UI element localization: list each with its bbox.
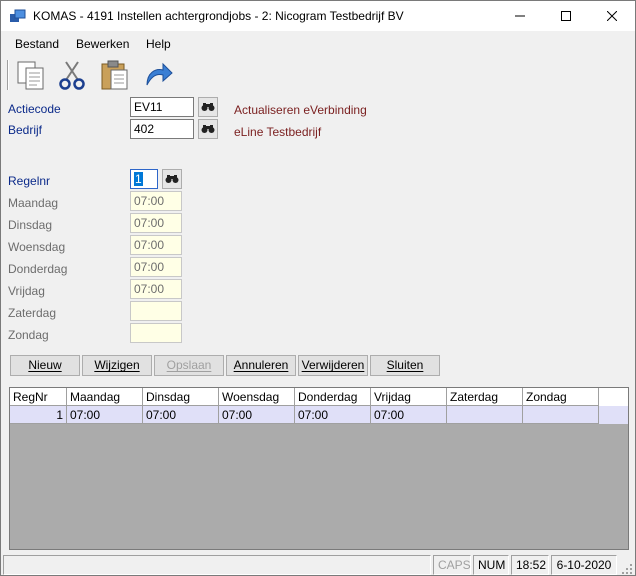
grid-header-woensdag[interactable]: Woensdag bbox=[219, 388, 295, 406]
actiecode-description: Actualiseren eVerbinding bbox=[234, 103, 367, 117]
status-num: NUM bbox=[473, 555, 509, 575]
opslaan-button[interactable]: Opslaan bbox=[154, 355, 224, 376]
menu-help[interactable]: Help bbox=[146, 37, 171, 51]
donderdag-field[interactable]: 07:00 bbox=[130, 257, 182, 277]
regelnr-label: Regelnr bbox=[8, 174, 51, 188]
grid-header-vrijdag[interactable]: Vrijdag bbox=[371, 388, 447, 406]
zondag-field[interactable] bbox=[130, 323, 182, 343]
grid-cell-dinsdag: 07:00 bbox=[143, 406, 219, 424]
table-row[interactable]: 1 07:00 07:00 07:00 07:00 07:00 bbox=[10, 406, 628, 424]
regelnr-value: 1 bbox=[134, 172, 143, 186]
bedrijf-input[interactable]: 402 bbox=[130, 119, 194, 139]
maximize-icon bbox=[561, 11, 571, 21]
resize-grip-icon[interactable] bbox=[621, 563, 633, 575]
window-title: KOMAS - 4191 Instellen achtergrondjobs -… bbox=[33, 9, 404, 23]
toolbar-grip bbox=[7, 60, 9, 90]
cut-icon bbox=[59, 61, 85, 90]
copy-icon bbox=[17, 61, 44, 90]
regelnr-input[interactable]: 1 bbox=[130, 169, 158, 189]
menu-bewerken[interactable]: Bewerken bbox=[76, 37, 129, 51]
vrijdag-field[interactable]: 07:00 bbox=[130, 279, 182, 299]
verwijderen-button[interactable]: Verwijderen bbox=[298, 355, 368, 376]
dinsdag-field[interactable]: 07:00 bbox=[130, 213, 182, 233]
actiecode-lookup-button[interactable] bbox=[198, 97, 218, 117]
zondag-label: Zondag bbox=[8, 328, 49, 342]
grid-cell-maandag: 07:00 bbox=[67, 406, 143, 424]
grid-cell-vrijdag: 07:00 bbox=[371, 406, 447, 424]
minimize-button[interactable] bbox=[497, 1, 543, 31]
zaterdag-field[interactable] bbox=[130, 301, 182, 321]
maandag-field[interactable]: 07:00 bbox=[130, 191, 182, 211]
grid-header-regnr[interactable]: RegNr bbox=[10, 388, 67, 406]
menu-bar: Bestand Bewerken Help bbox=[1, 32, 635, 54]
actiecode-label: Actiecode bbox=[8, 102, 61, 116]
menu-bestand[interactable]: Bestand bbox=[15, 37, 59, 51]
regelnr-lookup-button[interactable] bbox=[162, 169, 182, 189]
komas-app-icon bbox=[10, 9, 26, 22]
grid-header-zaterdag[interactable]: Zaterdag bbox=[447, 388, 523, 406]
undo-icon bbox=[146, 62, 173, 86]
close-button[interactable] bbox=[589, 1, 635, 31]
paste-button[interactable] bbox=[99, 59, 131, 91]
status-time: 18:52 bbox=[511, 555, 549, 575]
donderdag-label: Donderdag bbox=[8, 262, 68, 276]
grid-cell-zondag bbox=[523, 406, 599, 424]
vrijdag-label: Vrijdag bbox=[8, 284, 45, 298]
actiecode-input[interactable]: EV11 bbox=[130, 97, 194, 117]
grid-cell-donderdag: 07:00 bbox=[295, 406, 371, 424]
dinsdag-label: Dinsdag bbox=[8, 218, 53, 232]
undo-button[interactable] bbox=[141, 59, 173, 91]
woensdag-field[interactable]: 07:00 bbox=[130, 235, 182, 255]
toolbar bbox=[1, 56, 635, 94]
cut-button[interactable] bbox=[57, 59, 89, 91]
paste-icon bbox=[101, 60, 128, 90]
grid-cell-zaterdag bbox=[447, 406, 523, 424]
binoculars-icon bbox=[165, 175, 179, 183]
maximize-button[interactable] bbox=[543, 1, 589, 31]
grid-header-dinsdag[interactable]: Dinsdag bbox=[143, 388, 219, 406]
woensdag-label: Woensdag bbox=[8, 240, 66, 254]
maandag-label: Maandag bbox=[8, 196, 59, 210]
binoculars-icon bbox=[201, 103, 215, 111]
status-bar: CAPS NUM 18:52 6-10-2020 bbox=[1, 553, 635, 575]
copy-button[interactable] bbox=[15, 59, 47, 91]
bedrijf-lookup-button[interactable] bbox=[198, 119, 218, 139]
grid-cell-woensdag: 07:00 bbox=[219, 406, 295, 424]
status-caps: CAPS bbox=[433, 555, 471, 575]
grid-header-donderdag[interactable]: Donderdag bbox=[295, 388, 371, 406]
wijzigen-button[interactable]: Wijzigen bbox=[82, 355, 152, 376]
annuleren-button[interactable]: Annuleren bbox=[226, 355, 296, 376]
grid-header-maandag[interactable]: Maandag bbox=[67, 388, 143, 406]
grid-header-zondag[interactable]: Zondag bbox=[523, 388, 599, 406]
schedule-grid[interactable]: RegNr Maandag Dinsdag Woensdag Donderdag… bbox=[9, 387, 629, 550]
close-icon bbox=[607, 11, 617, 21]
minimize-icon bbox=[515, 15, 525, 17]
bedrijf-description: eLine Testbedrijf bbox=[234, 125, 322, 139]
zaterdag-label: Zaterdag bbox=[8, 306, 57, 320]
status-message-pane bbox=[3, 555, 431, 575]
nieuw-button[interactable]: Nieuw bbox=[10, 355, 80, 376]
bedrijf-label: Bedrijf bbox=[8, 123, 43, 137]
grid-header-row: RegNr Maandag Dinsdag Woensdag Donderdag… bbox=[10, 388, 628, 406]
sluiten-button[interactable]: Sluiten bbox=[370, 355, 440, 376]
status-date: 6-10-2020 bbox=[551, 555, 617, 575]
title-bar[interactable]: KOMAS - 4191 Instellen achtergrondjobs -… bbox=[1, 1, 635, 31]
grid-cell-regnr: 1 bbox=[10, 406, 67, 424]
app-window: KOMAS - 4191 Instellen achtergrondjobs -… bbox=[0, 0, 636, 576]
binoculars-icon bbox=[201, 125, 215, 133]
